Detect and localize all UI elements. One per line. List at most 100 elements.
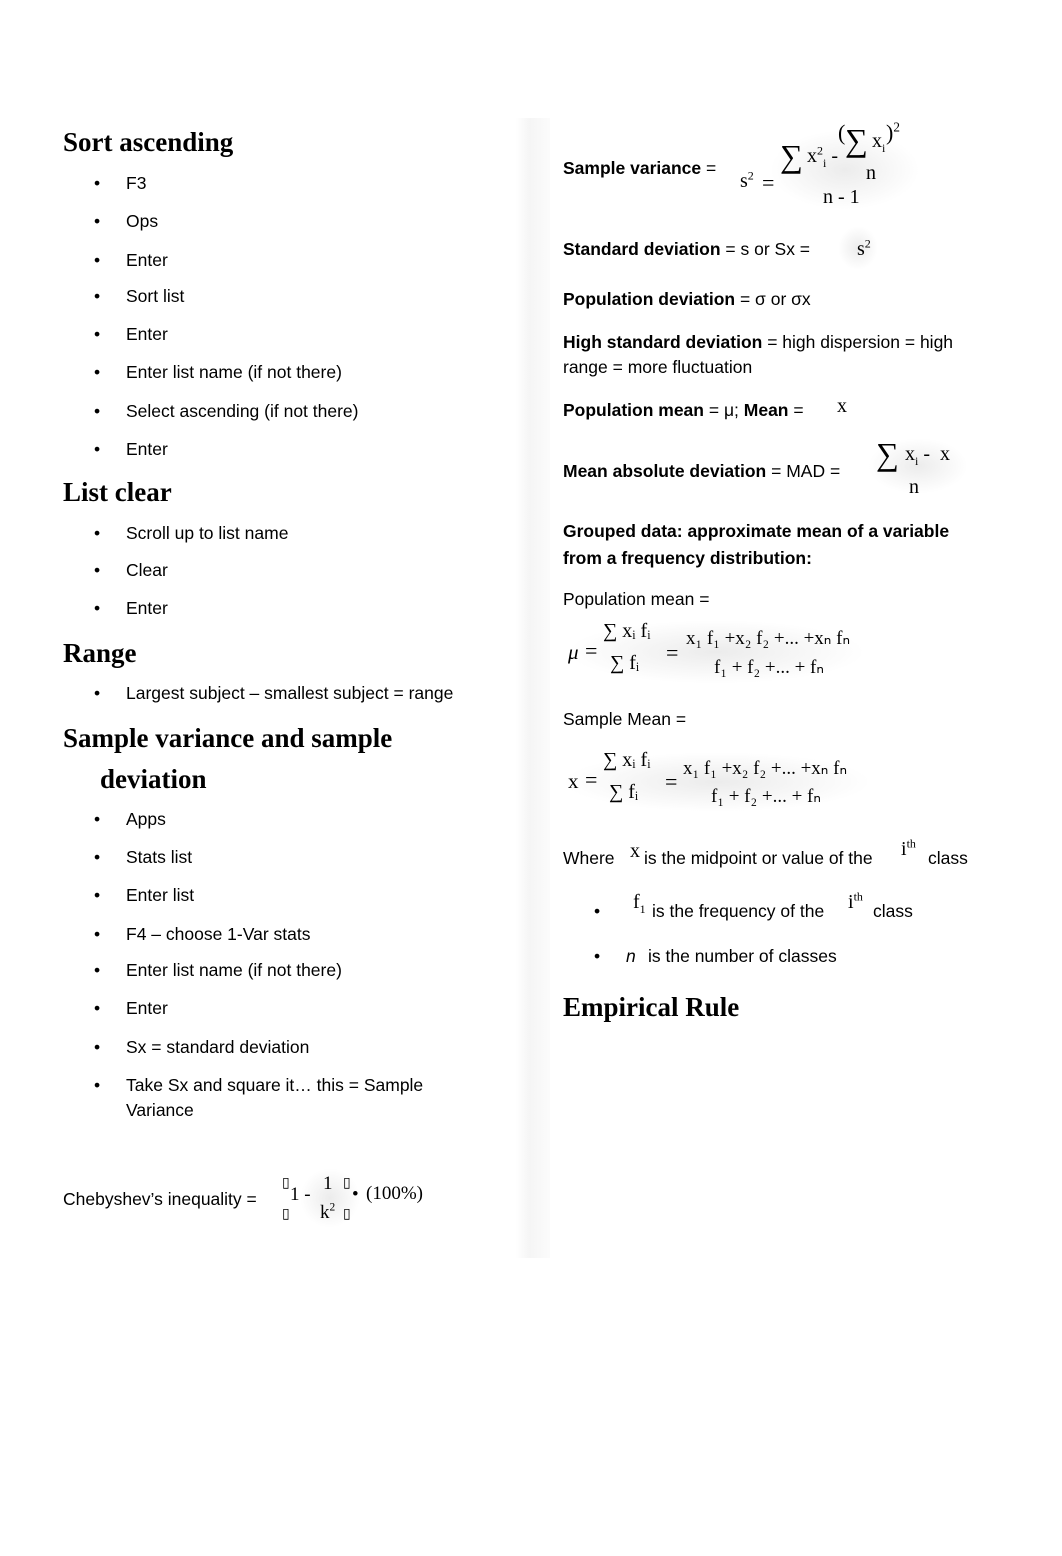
list-item-text: Stats list [126,847,193,867]
mad-label: Mean absolute deviation [563,461,767,481]
population-mean-label: Population mean [563,400,704,420]
expanded-denominator: f₁ + f₂ +... + fₙ [714,657,824,678]
expanded-denominator: f₁ + f₂ +... + fₙ [711,786,821,807]
rparen: )2 [886,120,900,146]
list-item-text: Enter [126,998,168,1018]
chebyshev-label: Chebyshev’s inequality = [63,1189,257,1209]
population-mean-formula-label: Population mean = [563,589,710,609]
heading-range: Range [63,638,137,668]
bullet-dot: • [94,960,101,980]
bullet-dot: • [94,362,101,382]
f-symbol: f [633,891,640,913]
fraction-numerator: 1 [323,1173,333,1194]
list-item-text: Apps [126,809,166,829]
x-bar-symbol: x [568,769,579,793]
grouped-line2: from a frequency distribution: [563,548,812,568]
population-deviation-text: = σ or σx [739,289,811,309]
population-deviation-label: Population deviation [563,289,736,309]
means-row: Population mean = μ; Mean = [563,397,804,423]
grouped-line1: Grouped data: approximate mean of a vari… [563,521,950,541]
outer-denominator: n - 1 [823,186,860,208]
x-symbol: x [807,145,817,167]
bracket-bottom-right: ▯ [343,1207,351,1222]
subscript: i [915,454,919,468]
mu-symbol: μ [568,640,579,664]
k-symbol: k [320,1202,330,1223]
mad-row: Mean absolute deviation = MAD = [563,458,840,484]
minus: - [831,145,839,167]
high-sd-text: = high dispersion = high [767,332,954,352]
exponent: 2 [329,1201,336,1214]
expanded-numerator: x₁ f₁ +x₂ f₂ +... +xₙ fₙ [686,628,851,649]
mean-eq: = [793,400,804,420]
where-prefix: Where [563,848,615,868]
exponent: 2 [893,119,900,135]
high-sd-row: High standard deviation = high dispersio… [563,329,953,355]
x-i: xi [872,130,886,155]
fraction-denominator: ∑ fᵢ [609,781,639,803]
heading-empirical-rule: Empirical Rule [563,992,740,1022]
note-frequency-suffix: class [873,901,913,921]
bullet-dot: • [94,924,101,944]
bullet-dot: • [94,683,101,703]
fraction-denominator: k2 [320,1202,335,1224]
list-item-text: Enter [126,598,168,618]
list-item-text: Sx = standard deviation [126,1037,310,1057]
list-item-text: Largest subject – smallest subject = ran… [126,683,454,703]
population-mean-text: = μ; [708,400,739,420]
bracket-bottom-left: ▯ [282,1207,290,1222]
standard-deviation-text: = s or Sx = [725,239,811,259]
high-sd-line2: range = more fluctuation [563,357,753,377]
subscript: i [823,156,827,170]
equals-sign: = [585,638,598,663]
x-symbol: x [630,840,640,862]
bullet-dot: • [94,250,101,270]
x-symbol: x [872,130,882,152]
list-item-text: F3 [126,173,147,193]
bullet-dot: • [94,173,101,193]
subscript: i [882,141,886,155]
exponent: 2 [864,236,871,251]
sample-variance-row: Sample variance = [563,155,716,181]
bullet-dot: • [94,998,101,1018]
sigma-icon: ∑ [780,138,803,174]
equals-sign: = [585,767,598,792]
list-item-text: Variance [126,1100,194,1120]
s-squared: s2 [740,168,754,193]
list-item-text: Enter list name (if not there) [126,960,342,980]
heading-list-clear: List clear [63,477,172,507]
equals-sign: = [762,170,775,195]
bracket-top-right: ▯ [343,1176,351,1191]
bullet-dot: • [94,286,101,306]
sigma-icon: ∑ [876,436,899,472]
mad-denominator: n [909,476,919,498]
sample-variance-label: Sample variance [563,158,702,178]
bullet-dot: • [94,324,101,344]
note-classes-text: is the number of classes [648,946,837,966]
bullet-dot: • [594,901,601,921]
heading-sample-variance-line2: deviation [100,764,207,794]
s-symbol: s [740,170,748,192]
bullet-dot: • [94,523,101,543]
list-item-text: Enter [126,250,168,270]
bullet-dot: • [94,1075,101,1095]
multiply-dot: • [352,1184,359,1205]
bullet-dot: • [94,598,101,618]
sigma-icon: ∑ [845,122,868,158]
bullet-dot: • [94,560,101,580]
list-item-text: Take Sx and square it… this = Sample [126,1075,424,1095]
x-symbol: x [905,443,915,465]
list-item-text: Sort list [126,286,185,306]
n-symbol: n [626,946,636,966]
mad-text: = MAD = [771,461,841,481]
list-item-text: Select ascending (if not there) [126,401,359,421]
standard-deviation-label: Standard deviation [563,239,721,259]
hundred-percent: (100%) [366,1183,423,1204]
bullet-dot: • [94,809,101,829]
bracket-top-left: ▯ [282,1176,290,1191]
bullet-dot: • [94,1037,101,1057]
bullet-dot: • [94,211,101,231]
exponent: 2 [747,168,754,183]
equals: = [706,158,717,178]
list-item-text: Scroll up to list name [126,523,289,543]
